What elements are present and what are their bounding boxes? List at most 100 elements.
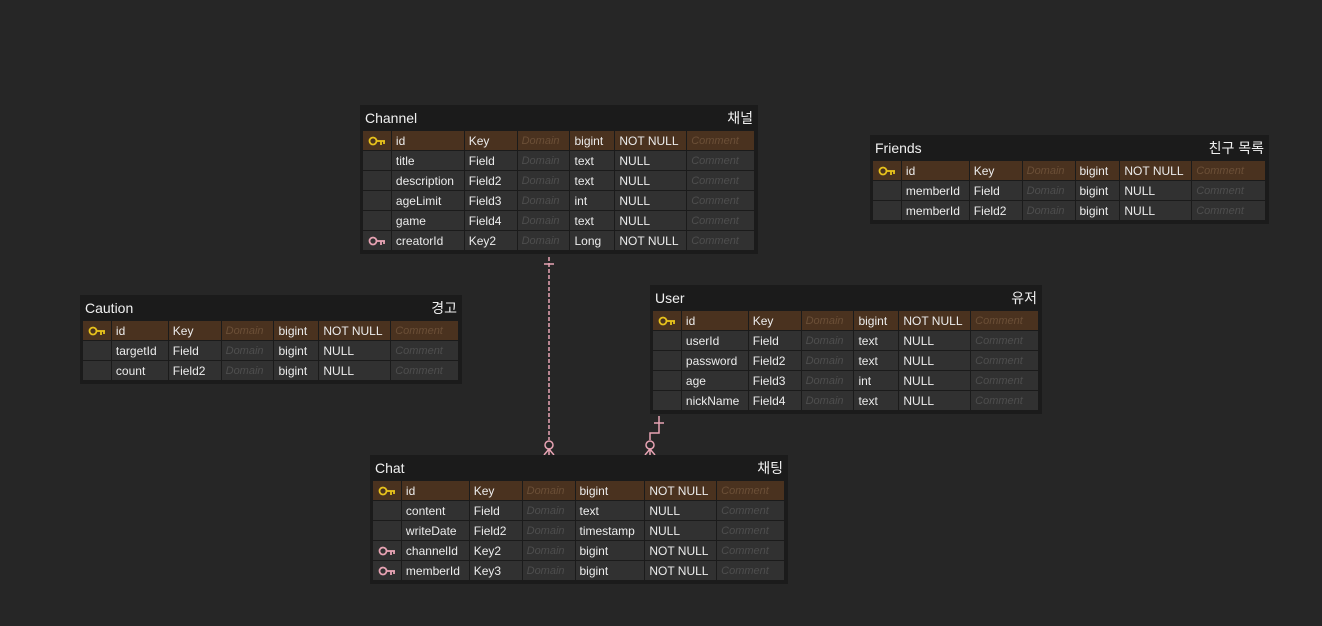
column-key[interactable]: Key: [168, 321, 221, 340]
table-header[interactable]: User 유저: [653, 285, 1039, 311]
column-nullable[interactable]: NOT NULL: [645, 541, 717, 560]
table-header[interactable]: Channel 채널: [363, 105, 755, 131]
column-name[interactable]: id: [111, 321, 168, 340]
table-row[interactable]: memberId Field Domain bigint NULL Comment: [873, 181, 1266, 201]
column-domain[interactable]: Domain: [517, 131, 570, 150]
column-key[interactable]: Field2: [464, 171, 517, 190]
table-user[interactable]: User 유저 id Key Domain bigint NOT NULL Comment us…: [650, 285, 1042, 414]
column-type[interactable]: text: [854, 391, 899, 410]
table-channel[interactable]: Channel 채널 id Key Domain bigint NOT NULL Commen…: [360, 105, 758, 254]
column-nullable[interactable]: NULL: [319, 341, 391, 360]
table-row[interactable]: description Field2 Domain text NULL Comment: [363, 171, 755, 191]
column-name[interactable]: title: [391, 151, 464, 170]
column-type[interactable]: text: [570, 171, 615, 190]
column-key[interactable]: Field: [748, 331, 801, 350]
column-domain[interactable]: Domain: [1022, 201, 1075, 220]
column-type[interactable]: bigint: [570, 131, 615, 150]
column-key[interactable]: Field3: [748, 371, 801, 390]
erd-canvas[interactable]: Channel 채널 id Key Domain bigint NOT NULL Commen…: [0, 0, 1322, 626]
column-key[interactable]: Field: [969, 181, 1022, 200]
column-comment[interactable]: Comment: [391, 341, 458, 360]
column-domain[interactable]: Domain: [517, 231, 570, 250]
table-row[interactable]: id Key Domain bigint NOT NULL Comment: [83, 321, 459, 341]
table-row[interactable]: channelId Key2 Domain bigint NOT NULL Comment: [373, 541, 785, 561]
column-key[interactable]: Key: [969, 161, 1022, 180]
column-comment[interactable]: Comment: [687, 231, 755, 250]
column-type[interactable]: bigint: [274, 361, 319, 380]
table-row[interactable]: id Key Domain bigint NOT NULL Comment: [363, 131, 755, 151]
column-nullable[interactable]: NOT NULL: [615, 231, 687, 250]
column-key[interactable]: Field3: [464, 191, 517, 210]
column-comment[interactable]: Comment: [687, 211, 755, 230]
table-header[interactable]: Friends 친구 목록: [873, 135, 1266, 161]
column-type[interactable]: text: [854, 331, 899, 350]
column-key[interactable]: Field2: [168, 361, 221, 380]
column-key[interactable]: Key2: [469, 541, 522, 560]
column-comment[interactable]: Comment: [391, 361, 458, 380]
column-nullable[interactable]: NULL: [615, 171, 687, 190]
column-comment[interactable]: Comment: [717, 561, 784, 580]
column-domain[interactable]: Domain: [801, 331, 854, 350]
column-comment[interactable]: Comment: [971, 311, 1038, 330]
column-type[interactable]: bigint: [1075, 201, 1120, 220]
table-row[interactable]: age Field3 Domain int NULL Comment: [653, 371, 1039, 391]
column-name[interactable]: description: [391, 171, 464, 190]
column-name[interactable]: channelId: [401, 541, 469, 560]
table-row[interactable]: memberId Key3 Domain bigint NOT NULL Comment: [373, 561, 785, 581]
column-comment[interactable]: Comment: [971, 331, 1038, 350]
column-domain[interactable]: Domain: [522, 521, 575, 540]
column-nullable[interactable]: NOT NULL: [1120, 161, 1192, 180]
column-nullable[interactable]: NOT NULL: [645, 561, 717, 580]
column-domain[interactable]: Domain: [221, 341, 274, 360]
table-row[interactable]: title Field Domain text NULL Comment: [363, 151, 755, 171]
table-row[interactable]: nickName Field4 Domain text NULL Comment: [653, 391, 1039, 411]
column-name[interactable]: age: [681, 371, 748, 390]
table-chat[interactable]: Chat 채팅 id Key Domain bigint NOT NULL Comment co…: [370, 455, 788, 584]
column-domain[interactable]: Domain: [801, 311, 854, 330]
column-nullable[interactable]: NULL: [899, 331, 971, 350]
column-type[interactable]: bigint: [575, 481, 645, 500]
column-name[interactable]: password: [681, 351, 748, 370]
table-caution[interactable]: Caution 경고 id Key Domain bigint NOT NULL Commen…: [80, 295, 462, 384]
column-comment[interactable]: Comment: [1192, 161, 1266, 180]
column-type[interactable]: bigint: [1075, 161, 1120, 180]
column-type[interactable]: bigint: [575, 541, 645, 560]
table-row[interactable]: password Field2 Domain text NULL Comment: [653, 351, 1039, 371]
table-row[interactable]: count Field2 Domain bigint NULL Comment: [83, 361, 459, 381]
column-type[interactable]: text: [575, 501, 645, 520]
column-nullable[interactable]: NULL: [615, 151, 687, 170]
column-comment[interactable]: Comment: [687, 191, 755, 210]
column-key[interactable]: Field2: [969, 201, 1022, 220]
column-key[interactable]: Field4: [464, 211, 517, 230]
column-key[interactable]: Field: [168, 341, 221, 360]
column-name[interactable]: content: [401, 501, 469, 520]
column-domain[interactable]: Domain: [801, 351, 854, 370]
column-nullable[interactable]: NULL: [899, 351, 971, 370]
column-type[interactable]: int: [854, 371, 899, 390]
column-name[interactable]: count: [111, 361, 168, 380]
column-nullable[interactable]: NULL: [899, 391, 971, 410]
column-nullable[interactable]: NULL: [645, 521, 717, 540]
column-type[interactable]: bigint: [854, 311, 899, 330]
column-comment[interactable]: Comment: [971, 371, 1038, 390]
column-name[interactable]: game: [391, 211, 464, 230]
table-row[interactable]: targetId Field Domain bigint NULL Comment: [83, 341, 459, 361]
column-name[interactable]: memberId: [901, 201, 969, 220]
table-row[interactable]: memberId Field2 Domain bigint NULL Comment: [873, 201, 1266, 221]
table-row[interactable]: writeDate Field2 Domain timestamp NULL Commen…: [373, 521, 785, 541]
column-type[interactable]: text: [854, 351, 899, 370]
column-type[interactable]: Long: [570, 231, 615, 250]
column-name[interactable]: id: [681, 311, 748, 330]
table-header[interactable]: Chat 채팅: [373, 455, 785, 481]
column-comment[interactable]: Comment: [971, 391, 1038, 410]
table-row[interactable]: content Field Domain text NULL Comment: [373, 501, 785, 521]
table-friends[interactable]: Friends 친구 목록 id Key Domain bigint NOT NULL Com…: [870, 135, 1269, 224]
column-nullable[interactable]: NOT NULL: [645, 481, 717, 500]
column-comment[interactable]: Comment: [687, 171, 755, 190]
table-row[interactable]: userId Field Domain text NULL Comment: [653, 331, 1039, 351]
column-nullable[interactable]: NOT NULL: [319, 321, 391, 340]
column-type[interactable]: bigint: [1075, 181, 1120, 200]
column-type[interactable]: bigint: [274, 341, 319, 360]
table-row[interactable]: id Key Domain bigint NOT NULL Comment: [653, 311, 1039, 331]
table-row[interactable]: ageLimit Field3 Domain int NULL Comment: [363, 191, 755, 211]
